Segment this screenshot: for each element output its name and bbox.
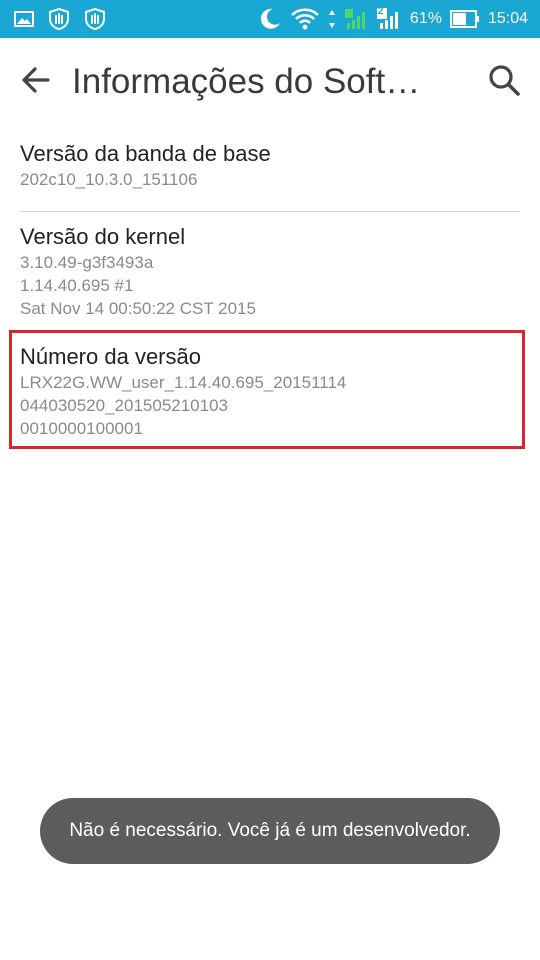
- data-arrows-icon: [328, 8, 336, 30]
- baseband-version-title: Versão da banda de base: [20, 141, 271, 166]
- baseband-version-item[interactable]: Versão da banda de base 202c10_10.3.0_15…: [20, 140, 520, 191]
- hand-shield-icon: [48, 8, 70, 30]
- back-button[interactable]: [16, 62, 56, 102]
- toast-text: Não é necessário. Você já é um desenvolv…: [69, 820, 471, 841]
- arrow-back-icon: [20, 64, 52, 101]
- kernel-version-line-3: Sat Nov 14 00:50:22 CST 2015: [20, 299, 256, 318]
- moon-icon: [258, 7, 282, 31]
- kernel-version-item[interactable]: Versão do kernel 3.10.49-g3f3493a 1.14.4…: [20, 223, 520, 320]
- toast-message: Não é necessário. Você já é um desenvolv…: [40, 798, 500, 864]
- hand-shield-icon: [84, 8, 106, 30]
- signal-sim2-icon: 2: [376, 6, 402, 31]
- kernel-version-title: Versão do kernel: [20, 224, 186, 249]
- kernel-version-line-2: 1.14.40.695 #1: [20, 276, 134, 295]
- app-bar: Informações do Soft…: [0, 38, 540, 124]
- search-button[interactable]: [482, 60, 526, 104]
- build-number-item[interactable]: Número da versão LRX22G.WW_user_1.14.40.…: [20, 343, 520, 440]
- build-number-line-2: 044030520_201505210103: [20, 396, 229, 415]
- clock: 15:04: [487, 10, 528, 27]
- baseband-version-value: 202c10_10.3.0_151106: [20, 170, 198, 189]
- sim2-badge: 2: [377, 6, 384, 17]
- battery-percentage: 61%: [409, 10, 442, 27]
- wifi-icon: [290, 7, 320, 31]
- signal-sim1-icon: [344, 7, 368, 31]
- status-bar: 2 61% 15:04: [0, 0, 540, 38]
- build-number-line-1: LRX22G.WW_user_1.14.40.695_20151114: [20, 373, 347, 392]
- system-status-icons: 2 61% 15:04: [258, 6, 528, 32]
- build-number-line-3: 0010000100001: [20, 419, 143, 438]
- image-icon: [14, 10, 34, 28]
- battery-icon: [449, 9, 480, 29]
- build-number-title: Número da versão: [20, 344, 201, 369]
- page-title: Informações do Soft…: [72, 62, 421, 101]
- kernel-version-line-1: 3.10.49-g3f3493a: [20, 253, 154, 272]
- notification-icons: [14, 7, 106, 31]
- search-icon: [487, 63, 521, 102]
- list-divider: [20, 211, 520, 212]
